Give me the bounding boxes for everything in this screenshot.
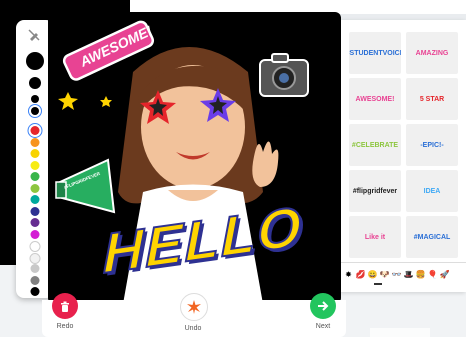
sticker-category-tab[interactable]: ✸: [343, 270, 354, 279]
sticker-item[interactable]: #STUDENTVOICE: [349, 32, 401, 74]
pen-size-small[interactable]: [31, 95, 39, 103]
color-swatch[interactable]: [29, 241, 41, 252]
sticker-panel: #STUDENTVOICE AMAZING AWESOME! 5 STAR #CELEB…: [341, 20, 466, 292]
next-button[interactable]: [310, 293, 336, 319]
redo-button[interactable]: [52, 293, 78, 319]
sticker-category-tab[interactable]: 👓: [391, 270, 402, 279]
photo-canvas[interactable]: AWESOME! #FLIPGRIDFEVER HELLO: [48, 12, 341, 304]
editor-bottom-bar: Redo Undo Next: [42, 293, 346, 337]
camera-sticker-icon: [259, 53, 309, 97]
sticker-item-label: Like it: [364, 233, 386, 241]
pen-size-tiny-selected[interactable]: [31, 107, 39, 115]
undo-label: Undo: [184, 325, 202, 332]
color-swatch[interactable]: [30, 183, 40, 193]
sparkle-icons: [58, 92, 112, 110]
sticker-item-label: -EPIC!-: [420, 141, 444, 149]
sticker-category-tab[interactable]: 🍔: [415, 270, 426, 279]
sticker-item[interactable]: -EPIC!-: [406, 124, 458, 166]
arrow-right-icon: [318, 301, 329, 311]
sticker-category-tab[interactable]: 🚀: [439, 270, 450, 279]
sticker-item-label: 5 STAR: [419, 95, 445, 103]
sticker-category-tab[interactable]: 🎩: [403, 270, 414, 279]
color-swatch[interactable]: [30, 229, 40, 239]
sticker-item[interactable]: AMAZING: [406, 32, 458, 74]
sticker-item-label: AWESOME!: [355, 95, 395, 103]
color-swatch[interactable]: [30, 126, 40, 135]
sticker-item-label: AMAZING: [415, 49, 449, 57]
color-swatch[interactable]: [30, 160, 40, 170]
sticker-category-tab[interactable]: 🐶: [379, 270, 390, 279]
sticker-category-tab[interactable]: 😀: [367, 270, 378, 279]
sticker-category-tab[interactable]: 💋: [355, 270, 366, 279]
color-swatch[interactable]: [30, 275, 40, 285]
color-swatch[interactable]: [29, 252, 41, 264]
sticker-item-label: #CELEBRATE: [351, 141, 399, 149]
color-swatch[interactable]: [30, 264, 40, 273]
sticker-item[interactable]: AWESOME!: [349, 78, 401, 120]
undo-button[interactable]: [180, 293, 208, 321]
trash-icon: [61, 301, 69, 312]
sticker-item[interactable]: #MAGICAL: [406, 216, 458, 258]
selected-category-indicator: [374, 283, 382, 285]
color-swatch[interactable]: [30, 137, 40, 147]
sticker-item[interactable]: #CELEBRATE: [349, 124, 401, 166]
sticker-item[interactable]: #flipgridfever: [349, 170, 401, 212]
color-swatch[interactable]: [30, 195, 40, 204]
pen-size-large[interactable]: [26, 52, 44, 70]
sticker-item-label: #flipgridfever: [352, 187, 398, 195]
sticker-item-label: IDEA: [423, 187, 441, 195]
next-label: Next: [315, 323, 331, 330]
color-swatch[interactable]: [30, 206, 40, 216]
sticker-item-label: #MAGICAL: [413, 233, 451, 241]
background-faint-element: [370, 328, 430, 337]
sticker-item[interactable]: Like it: [349, 216, 401, 258]
color-swatch[interactable]: [30, 149, 40, 158]
pen-size-medium[interactable]: [29, 77, 41, 89]
burst-icon: [187, 300, 201, 314]
sticker-item[interactable]: IDEA: [406, 170, 458, 212]
color-swatch[interactable]: [30, 172, 40, 181]
color-swatch[interactable]: [30, 287, 40, 296]
sticker-category-tab[interactable]: 🎈: [427, 270, 438, 279]
color-swatch[interactable]: [30, 218, 40, 227]
redo-label: Redo: [56, 323, 74, 330]
sticker-item-label: #STUDENTVOICE: [349, 49, 401, 57]
sticker-category-bar: ✸ 💋 😀 🐶 👓 🎩 🍔 🎈 🚀: [341, 262, 466, 286]
sticker-item[interactable]: 5 STAR: [406, 78, 458, 120]
pen-off-icon[interactable]: [27, 28, 41, 42]
